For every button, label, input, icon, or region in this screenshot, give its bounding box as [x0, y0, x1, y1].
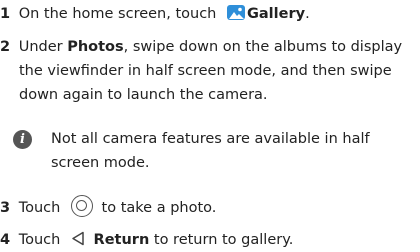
- step-2-line-3: down again to launch the camera.: [19, 87, 268, 103]
- step-number: 3: [0, 200, 11, 216]
- step-text: Touch: [18, 200, 61, 216]
- photos-label: Photos: [67, 39, 124, 55]
- step-text-cont: , swipe down on the albums to display: [123, 39, 403, 55]
- step-4: 4 Touch Return to return to gallery.: [0, 228, 293, 252]
- step-number: 1: [0, 6, 11, 22]
- step-text-end: to return to gallery.: [153, 232, 294, 248]
- step-text: Under: [18, 39, 63, 55]
- note-line-1: Not all camera features are available in…: [51, 131, 370, 147]
- step-1: 1 On the home screen, touch Gallery.: [0, 2, 310, 26]
- step-number: 4: [0, 232, 11, 248]
- step-text-end: .: [305, 6, 310, 22]
- back-icon: [72, 231, 84, 246]
- gallery-icon: [226, 5, 245, 20]
- step-2: 2 Under Photos, swipe down on the albums…: [0, 35, 402, 59]
- note-line-2: screen mode.: [51, 155, 150, 171]
- step-text: Touch: [18, 232, 61, 248]
- return-label: Return: [93, 232, 150, 248]
- info-icon: i: [13, 130, 32, 149]
- step-number: 2: [0, 39, 11, 55]
- step-text: On the home screen, touch: [18, 6, 217, 22]
- gallery-label: Gallery: [246, 6, 306, 22]
- step-3: 3 Touch to take a photo.: [0, 195, 216, 220]
- step-2-line-2: the viewfinder in half screen mode, and …: [19, 63, 392, 79]
- shutter-icon: [70, 195, 93, 217]
- step-text-end: to take a photo.: [101, 200, 217, 216]
